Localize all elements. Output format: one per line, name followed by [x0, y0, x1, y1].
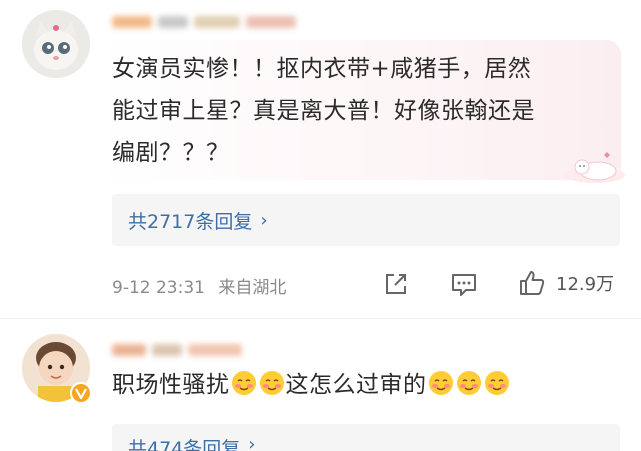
timestamp: 9-12 23:31 [112, 278, 205, 298]
comment-icon [452, 274, 476, 296]
comment-text: 职场性骚扰 这怎么过审的 [112, 364, 511, 406]
reply-count-label: 共474条回复 [128, 438, 241, 451]
comment-line-1: 女演员实惨！！抠内衣带+咸猪手，居然 [112, 56, 532, 82]
divider [0, 318, 641, 319]
blush-emoji-icon [259, 371, 284, 395]
chevron-right-icon: › [248, 434, 256, 451]
username-blurred[interactable] [112, 10, 296, 34]
share-button[interactable] [383, 271, 409, 297]
blush-emoji-icon [484, 371, 509, 395]
like-count: 12.9万 [556, 274, 615, 295]
comment-item-1: 女演员实惨！！抠内衣带+咸猪手，居然 能过审上星？真是离大普！好像张翰还是 编剧… [0, 0, 641, 320]
location: 来自湖北 [218, 278, 287, 298]
reply-button[interactable] [450, 271, 478, 297]
blush-emoji-icon [428, 371, 453, 395]
cat-avatar-icon [22, 10, 90, 78]
username-blurred[interactable] [112, 338, 242, 362]
comment-text: 女演员实惨！！抠内衣带+咸猪手，居然 能过审上星？真是离大普！好像张翰还是 编剧… [112, 48, 535, 174]
reply-count-button[interactable]: 共474条回复 › [112, 424, 620, 451]
like-button[interactable]: 12.9万 [518, 269, 614, 297]
reply-count-label: 共2717条回复 [128, 210, 253, 233]
comment-meta: 9-12 23:31 来自湖北 [112, 273, 286, 298]
blush-emoji-icon [231, 371, 256, 395]
verified-badge-icon [70, 382, 92, 404]
comment-line-2: 能过审上星？真是离大普！好像张翰还是 [112, 98, 535, 124]
blush-emoji-icon [456, 371, 481, 395]
comment-text-part: 这怎么过审的 [285, 372, 427, 398]
comment-line-3: 编剧？？？ [112, 140, 230, 166]
chevron-right-icon: › [260, 209, 268, 231]
share-icon [386, 274, 406, 294]
avatar[interactable] [22, 10, 90, 78]
cat-sticker-icon [565, 152, 625, 183]
reply-count-button[interactable]: 共2717条回复 › [112, 194, 620, 246]
thumbs-up-icon [520, 271, 545, 295]
comment-text-part: 职场性骚扰 [112, 372, 230, 398]
comment-item-2: 职场性骚扰 这怎么过审的 共474条回复 › [0, 320, 641, 451]
